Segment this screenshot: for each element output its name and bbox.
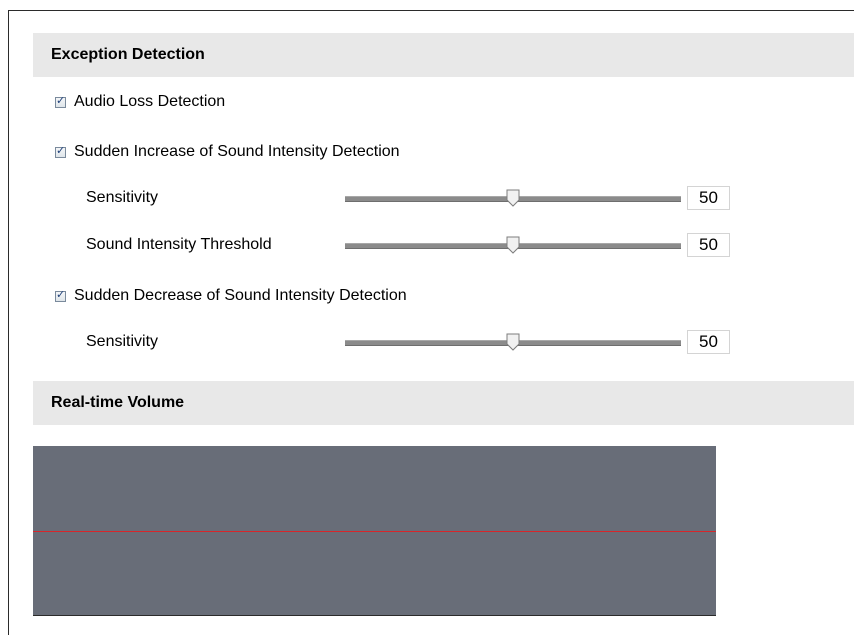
sound-intensity-threshold-label: Sound Intensity Threshold bbox=[86, 236, 272, 253]
section-title: Exception Detection bbox=[51, 46, 205, 63]
slider-thumb-icon[interactable] bbox=[506, 189, 520, 207]
sudden-decrease-detection-option[interactable]: Sudden Decrease of Sound Intensity Detec… bbox=[55, 286, 407, 306]
audio-loss-checkbox[interactable] bbox=[55, 94, 66, 108]
realtime-volume-panel bbox=[33, 446, 716, 616]
audio-loss-label: Audio Loss Detection bbox=[74, 93, 226, 110]
increase-sensitivity-slider[interactable] bbox=[345, 189, 681, 207]
sudden-increase-checkbox[interactable] bbox=[55, 144, 66, 158]
slider-thumb-icon[interactable] bbox=[506, 236, 520, 254]
increase-sensitivity-label: Sensitivity bbox=[86, 189, 159, 206]
section-header-exception-detection: Exception Detection bbox=[33, 33, 854, 77]
decrease-sensitivity-row: Sensitivity 50 bbox=[86, 330, 746, 354]
slider-thumb-icon[interactable] bbox=[506, 333, 520, 351]
sound-intensity-threshold-slider[interactable] bbox=[345, 236, 681, 254]
sound-intensity-threshold-value[interactable]: 50 bbox=[687, 233, 730, 257]
increase-sensitivity-row: Sensitivity 50 bbox=[86, 186, 746, 210]
sudden-decrease-checkbox[interactable] bbox=[55, 288, 66, 302]
decrease-sensitivity-label: Sensitivity bbox=[86, 333, 159, 350]
decrease-sensitivity-slider[interactable] bbox=[345, 333, 681, 351]
section-title: Real-time Volume bbox=[51, 394, 185, 411]
volume-threshold-line bbox=[33, 531, 716, 532]
increase-sensitivity-value[interactable]: 50 bbox=[687, 186, 730, 210]
audio-loss-detection-option[interactable]: Audio Loss Detection bbox=[55, 92, 225, 112]
sudden-increase-label: Sudden Increase of Sound Intensity Detec… bbox=[74, 143, 400, 160]
section-header-realtime-volume: Real-time Volume bbox=[33, 381, 854, 425]
sudden-decrease-label: Sudden Decrease of Sound Intensity Detec… bbox=[74, 287, 407, 304]
sudden-increase-detection-option[interactable]: Sudden Increase of Sound Intensity Detec… bbox=[55, 142, 400, 162]
increase-threshold-row: Sound Intensity Threshold 50 bbox=[86, 233, 746, 257]
decrease-sensitivity-value[interactable]: 50 bbox=[687, 330, 730, 354]
